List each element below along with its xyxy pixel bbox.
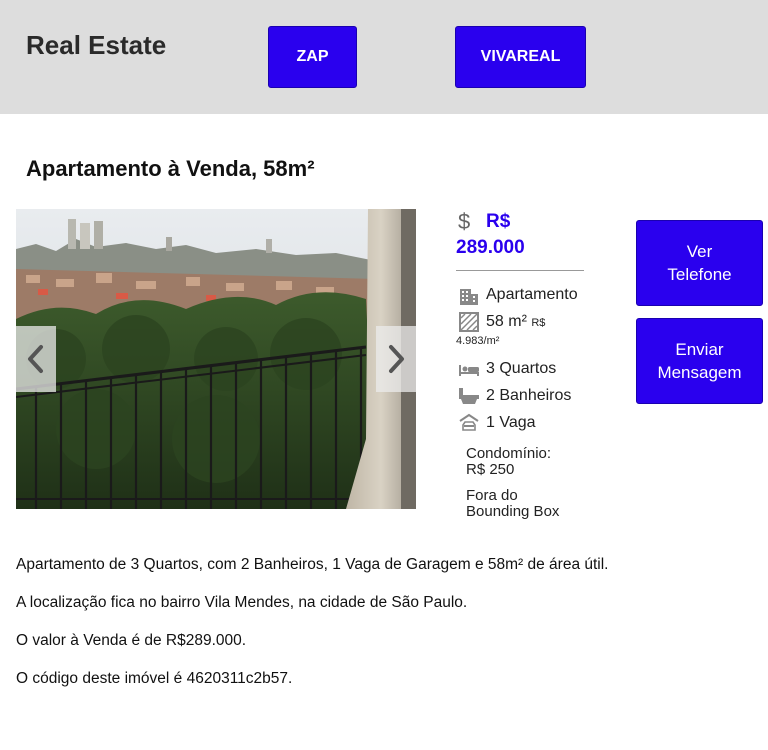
price-divider bbox=[456, 270, 584, 271]
see-phone-line2: Telefone bbox=[667, 265, 732, 284]
chevron-right-icon bbox=[389, 345, 404, 373]
zap-button[interactable]: ZAP bbox=[268, 26, 357, 88]
property-type-label: Apartamento bbox=[486, 286, 578, 303]
parking: 1 Vaga bbox=[456, 409, 586, 436]
out-of-bounds-note: Fora do Bounding Box bbox=[466, 488, 586, 520]
send-message-button[interactable]: Enviar Mensagem bbox=[636, 318, 763, 404]
listing-info: $ R$ 289.000 Apartamento 58 m² R$ 4.983/… bbox=[456, 209, 586, 520]
listing-description: Apartamento de 3 Quartos, com 2 Banheiro… bbox=[16, 556, 756, 708]
out-of-bounds-line1: Fora do bbox=[466, 487, 518, 504]
condo-label: Condomínio: bbox=[466, 445, 552, 462]
photo-gallery[interactable] bbox=[16, 209, 416, 509]
chevron-left-icon bbox=[28, 345, 43, 373]
dollar-icon: $ bbox=[458, 209, 471, 234]
brand-logo[interactable]: Real Estate bbox=[26, 30, 166, 61]
building-icon bbox=[460, 289, 478, 305]
listing-photo bbox=[16, 209, 416, 509]
listing-title: Apartamento à Venda, 58m² bbox=[26, 156, 315, 181]
top-header: Real Estate ZAP VIVAREAL bbox=[0, 0, 768, 114]
description-paragraph: A localização fica no bairro Vila Mendes… bbox=[16, 594, 468, 611]
price-value: 289.000 bbox=[456, 237, 525, 258]
vivareal-button[interactable]: VIVAREAL bbox=[455, 26, 586, 88]
description-paragraph: O valor à Venda é de R$289.000. bbox=[16, 632, 247, 649]
area-icon bbox=[459, 312, 479, 332]
send-message-line1: Enviar bbox=[675, 340, 724, 359]
previous-photo-button[interactable] bbox=[16, 326, 56, 392]
parking-label: 1 Vaga bbox=[486, 414, 536, 431]
car-icon bbox=[459, 413, 479, 431]
out-of-bounds-line2: Bounding Box bbox=[466, 503, 560, 520]
price-row: $ R$ bbox=[456, 209, 586, 235]
price-currency: R$ bbox=[486, 211, 511, 232]
bedrooms: 3 Quartos bbox=[456, 355, 586, 382]
description-paragraph: Apartamento de 3 Quartos, com 2 Banheiro… bbox=[16, 556, 609, 573]
bed-icon bbox=[459, 365, 479, 376]
property-area: 58 m² R$ bbox=[456, 308, 586, 335]
next-photo-button[interactable] bbox=[376, 326, 416, 392]
bedrooms-label: 3 Quartos bbox=[486, 360, 557, 377]
price-per-m2: 4.983/m² bbox=[456, 335, 500, 347]
see-phone-line1: Ver bbox=[686, 242, 713, 261]
property-type: Apartamento bbox=[456, 281, 586, 308]
description-paragraph: O código deste imóvel é 4620311c2b57. bbox=[16, 670, 293, 687]
area-value: 58 m² bbox=[486, 313, 527, 330]
send-message-line2: Mensagem bbox=[657, 363, 742, 382]
bathrooms-label: 2 Banheiros bbox=[486, 387, 572, 404]
condo-fee: Condomínio: R$ 250 bbox=[466, 446, 586, 478]
see-phone-button[interactable]: Ver Telefone bbox=[636, 220, 763, 306]
bathtub-icon bbox=[459, 388, 479, 404]
condo-value: R$ 250 bbox=[466, 461, 515, 478]
bathrooms: 2 Banheiros bbox=[456, 382, 586, 409]
price-per-m2-currency: R$ bbox=[531, 317, 546, 329]
